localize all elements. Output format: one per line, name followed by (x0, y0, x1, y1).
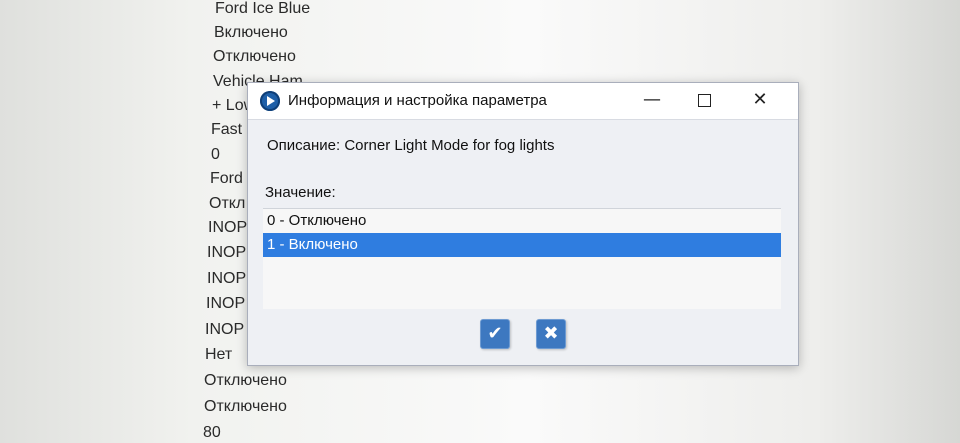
parameter-description: Описание: Corner Light Mode for fog ligh… (267, 137, 555, 154)
background-value[interactable]: INOP (205, 321, 244, 339)
parameter-dialog: Информация и настройка параметра — ✕ Опи… (247, 82, 799, 366)
background-value[interactable]: Отключено (213, 48, 296, 66)
background-value[interactable]: Нет (205, 346, 232, 364)
option-enabled[interactable]: 1 - Включено (263, 233, 781, 257)
value-label: Значение: (265, 184, 336, 201)
maximize-button[interactable] (682, 85, 726, 115)
background-value[interactable]: 0 (211, 146, 220, 164)
background-value[interactable]: Ford Ice Blue (215, 0, 310, 18)
background-value[interactable]: INOP (206, 295, 245, 313)
background-value[interactable]: Отключено (204, 398, 287, 416)
background-value[interactable]: INOP (207, 270, 246, 288)
minimize-button[interactable]: — (630, 85, 674, 115)
background-value[interactable]: INOP (208, 219, 247, 237)
background-value[interactable]: Fast (211, 121, 242, 139)
background-value[interactable]: 80 (203, 424, 221, 442)
value-options-list[interactable]: 0 - Отключено 1 - Включено (263, 208, 781, 309)
dialog-title: Информация и настройка параметра (288, 92, 547, 109)
app-logo-icon (260, 91, 280, 111)
background-value[interactable]: Включено (214, 24, 288, 42)
cancel-button[interactable]: ✖ (536, 319, 566, 349)
ok-button[interactable]: ✔ (480, 319, 510, 349)
background-value[interactable]: Отключено (204, 372, 287, 390)
background-value[interactable]: Ford (210, 170, 243, 188)
background-value[interactable]: INOP (207, 244, 246, 262)
checkmark-icon: ✔ (487, 323, 503, 344)
background-value[interactable]: Откл (209, 195, 245, 213)
maximize-icon (697, 93, 711, 107)
close-x-icon: ✖ (543, 323, 559, 344)
option-disabled[interactable]: 0 - Отключено (263, 209, 781, 233)
dialog-titlebar[interactable]: Информация и настройка параметра — ✕ (248, 83, 798, 120)
close-button[interactable]: ✕ (738, 85, 782, 115)
